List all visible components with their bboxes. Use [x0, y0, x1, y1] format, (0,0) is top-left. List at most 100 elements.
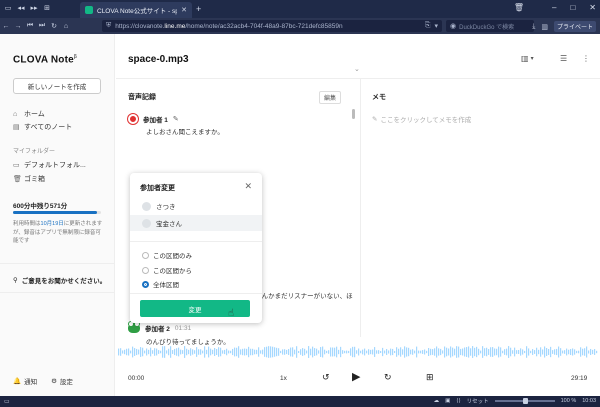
layout-toggle[interactable]: ▥ ▾ — [521, 54, 534, 63]
sidebar-toggle-icon[interactable]: ▭ — [4, 5, 12, 13]
more-menu-icon[interactable]: ⋮ — [582, 54, 590, 63]
avatar[interactable] — [128, 114, 138, 124]
audio-waveform[interactable] — [116, 345, 600, 359]
participant-name: さつき — [156, 204, 176, 211]
sidebar-item-label: ゴミ箱 — [24, 176, 45, 183]
participant-option[interactable]: さつき — [130, 198, 262, 214]
sidebar-item-trash[interactable]: 🗑 ゴミ箱 — [13, 174, 45, 184]
bookmark-icon[interactable]: ⎘ — [425, 22, 431, 30]
sidebar: CLOVA Noteβ 新しいノートを作成 ⌂ ホーム ▤ すべてのノート マイ… — [0, 34, 115, 396]
chevron-down-icon: ▾ — [530, 56, 534, 62]
search-placeholder: DuckDuckGo で検索 — [459, 24, 515, 31]
sidebar-divider — [0, 292, 115, 293]
private-button[interactable]: プライベート — [553, 21, 596, 32]
window-controls: 🗑 – □ ✕ — [514, 3, 596, 12]
image-icon[interactable]: ▣ — [445, 398, 450, 404]
zoom-slider[interactable] — [494, 398, 555, 404]
radio-from-section[interactable]: この区間から — [142, 265, 192, 275]
back-icon[interactable]: ← — [0, 23, 12, 30]
panel-toggle-icon[interactable]: ▭ — [0, 398, 10, 405]
tab-close-icon[interactable]: ✕ — [181, 6, 187, 14]
sidebar-item-label: すべてのノート — [24, 124, 73, 131]
window-close-icon[interactable]: ✕ — [589, 3, 596, 12]
columns-icon: ▥ — [521, 54, 529, 63]
radio-label: この区間から — [153, 268, 192, 275]
search-transcript-icon[interactable]: ☰ — [560, 54, 567, 63]
collapse-chevron-icon[interactable]: ⌄ — [354, 65, 360, 73]
search-engine-icon: ◉ — [450, 23, 457, 30]
speaker-name[interactable]: 参加者 2 — [145, 323, 170, 333]
gear-icon: ⚙ — [51, 378, 57, 385]
maximize-icon[interactable]: □ — [570, 3, 575, 12]
browser-titlebar: ▭ ◂◂ ▸▸ ⊞ CLOVA Note公式サイト - sp ✕ + 🗑 – □… — [0, 0, 600, 18]
notes-icon: ▤ — [13, 123, 20, 131]
app-logo[interactable]: CLOVA Noteβ — [13, 54, 77, 65]
sidebar-item-home[interactable]: ⌂ ホーム — [13, 109, 45, 119]
home-nav-icon[interactable]: ⌂ — [60, 23, 72, 30]
shield-icon[interactable]: ⛨ — [106, 22, 111, 30]
first-icon[interactable]: ⏮ — [24, 22, 36, 30]
duration: 29:19 — [571, 375, 588, 382]
address-bar[interactable]: ⛨ https://clovanote.line.me/home/note/ac… — [102, 20, 442, 32]
search-box[interactable]: ◉ DuckDuckGo で検索 — [446, 20, 534, 32]
dialog-title: 参加者変更 — [140, 185, 175, 192]
close-icon[interactable]: ✕ — [244, 181, 252, 192]
home-icon: ⌂ — [13, 110, 18, 118]
avatar — [142, 201, 151, 211]
note-title[interactable]: space-0.mp3 — [128, 54, 189, 65]
forward-icon[interactable]: ▸▸ — [30, 5, 38, 13]
zoom-level: 100 % — [560, 398, 577, 404]
code-icon[interactable]: ⟨⟩ — [456, 398, 460, 404]
notifications-button[interactable]: 🔔 通知 — [13, 376, 37, 386]
edit-speaker-icon[interactable]: ✎ — [173, 115, 179, 123]
cloud-icon[interactable]: ☁ — [434, 398, 440, 404]
avatar[interactable] — [128, 321, 140, 333]
reload-icon[interactable]: ↻ — [48, 22, 60, 30]
hand-cursor-icon: ☝ — [228, 308, 235, 319]
sidebar-item-label: デフォルトフォル... — [24, 162, 86, 169]
library-icon[interactable]: ▥ — [541, 23, 548, 31]
closed-tabs-trash-icon[interactable]: 🗑 — [514, 3, 524, 12]
titlebar-icons: ▭ ◂◂ ▸▸ ⊞ — [0, 5, 78, 13]
speaker-name[interactable]: 参加者 1 — [143, 114, 168, 124]
last-icon[interactable]: ⏭ — [36, 22, 48, 30]
tab-title: CLOVA Note公式サイト - sp — [97, 8, 178, 15]
speaker-time[interactable]: 01:31 — [175, 325, 191, 332]
feedback-link[interactable]: ⚲ ご意見をお聞かせください。 — [13, 275, 106, 285]
clock: 10:03 — [582, 398, 596, 404]
current-time: 00:00 — [128, 375, 145, 382]
browser-tab[interactable]: CLOVA Note公式サイト - sp ✕ — [80, 2, 192, 18]
minimize-icon[interactable]: – — [552, 3, 556, 12]
download-icon[interactable]: ⤓ — [532, 23, 535, 31]
sidebar-item-all-notes[interactable]: ▤ すべてのノート — [13, 122, 72, 132]
transcript-text[interactable]: よしおさん聞こえますか。 — [146, 126, 224, 136]
speaker-1-header: 参加者 1 ✎ — [128, 114, 179, 124]
usage-date-link[interactable]: 10月19日 — [41, 221, 64, 227]
dropdown-icon[interactable]: ▾ — [434, 22, 438, 30]
new-tab-icon[interactable]: + — [196, 4, 201, 14]
audio-player: 00:00 1x ↺ ▶ ↻ ⊞ 29:19 — [116, 363, 600, 396]
forward-5s-icon[interactable]: ↻ — [384, 372, 392, 383]
memo-input[interactable]: ✎ ここをクリックしてメモを作成 — [372, 114, 471, 124]
zoom-slider-knob[interactable] — [522, 398, 528, 404]
play-icon[interactable]: ▶ — [352, 370, 360, 383]
speed-button[interactable]: 1x — [280, 375, 287, 382]
usage-progress-fill — [13, 211, 97, 214]
grid-icon[interactable]: ⊞ — [43, 5, 51, 13]
rewind-5s-icon[interactable]: ↺ — [322, 372, 330, 383]
radio-this-section[interactable]: この区間のみ — [142, 250, 192, 260]
radio-circle-checked — [142, 280, 149, 288]
new-note-button[interactable]: 新しいノートを作成 — [13, 78, 101, 94]
radio-all-sections[interactable]: 全体区間 — [142, 279, 179, 289]
forward-nav-icon[interactable]: → — [12, 23, 24, 30]
trash-icon: 🗑 — [13, 175, 22, 183]
sidebar-item-default-folder[interactable]: ▭ デフォルトフォル... — [13, 160, 86, 170]
reset-label[interactable]: リセット — [467, 397, 489, 405]
edit-button[interactable]: 編集 — [319, 91, 342, 104]
avatar — [142, 218, 151, 228]
bookmark-add-icon[interactable]: ⊞ — [426, 372, 434, 383]
rewind-icon[interactable]: ◂◂ — [17, 5, 25, 13]
transcript-scrollbar[interactable] — [352, 109, 355, 119]
participant-option-selected[interactable]: 宝金さん — [130, 215, 262, 231]
settings-button[interactable]: ⚙ 設定 — [51, 376, 73, 386]
